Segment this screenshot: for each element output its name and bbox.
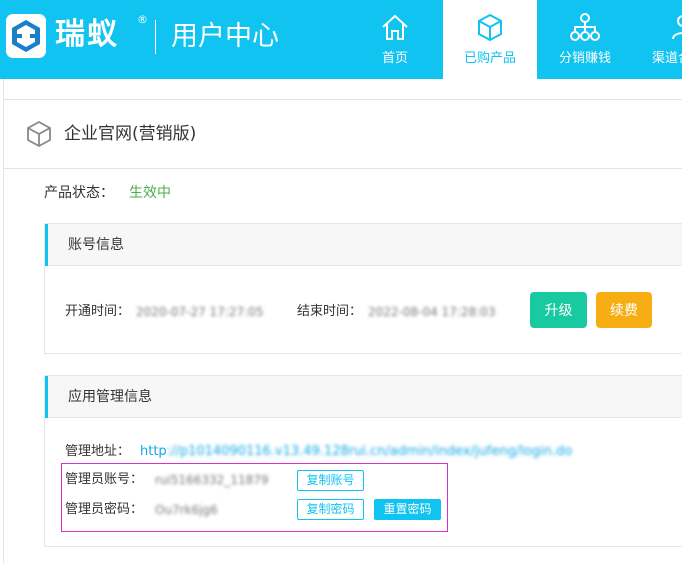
channel-icon <box>672 15 682 40</box>
admin-password-value: Ou7rk6jg6 <box>155 503 218 517</box>
admin-url-link[interactable]: http://p1014090116.v13.49.128rui.cn/admi… <box>140 443 572 461</box>
product-status-value: 生效中 <box>129 185 171 201</box>
admin-account-label: 管理员账号： <box>65 472 144 487</box>
nav-label-home: 首页 <box>381 51 408 66</box>
nav-item-channel[interactable]: 渠道合 <box>640 0 682 79</box>
account-info-title: 账号信息 <box>68 237 124 253</box>
nav-label-distribution: 分销赚钱 <box>558 51 611 66</box>
account-info-panel: 账号信息 开通时间： 2020-07-27 17:27:05 结束时间： 202… <box>44 223 682 354</box>
brand-divider <box>155 20 156 54</box>
upgrade-button[interactable]: 升级 <box>530 292 587 328</box>
left-border <box>3 79 4 563</box>
header-accent-bar <box>45 376 48 418</box>
open-time-label: 开通时间： <box>65 304 131 319</box>
divider <box>3 99 682 100</box>
copy-password-button[interactable]: 复制密码 <box>297 499 364 520</box>
brand-name: 瑞蚁 <box>55 17 119 52</box>
nav-item-home[interactable]: 首页 <box>355 0 435 79</box>
registered-mark: ® <box>137 13 148 26</box>
app-management-panel: 应用管理信息 管理地址： http://p1014090116.v13.49.1… <box>44 375 682 547</box>
reset-password-button[interactable]: 重置密码 <box>374 499 441 520</box>
account-info-header: 账号信息 <box>45 224 682 266</box>
box-icon <box>478 13 502 42</box>
end-time-value: 2022-08-04 17:28:03 <box>368 305 496 319</box>
nav-label-channel: 渠道合 <box>652 51 682 66</box>
header-accent-bar <box>45 224 48 266</box>
admin-url-label: 管理地址： <box>65 444 131 459</box>
home-icon <box>382 14 408 40</box>
copy-account-button[interactable]: 复制账号 <box>297 470 364 491</box>
nav-item-distribution[interactable]: 分销赚钱 <box>545 0 625 79</box>
nav-label-purchased: 已购产品 <box>463 51 516 66</box>
admin-account-value: rui5166332_11879 <box>155 473 269 487</box>
admin-url-prefix: http <box>140 444 167 459</box>
app-management-header: 应用管理信息 <box>45 376 682 418</box>
app-management-title: 应用管理信息 <box>68 389 152 405</box>
renew-button[interactable]: 续费 <box>596 292 652 328</box>
logo-icon <box>12 20 40 52</box>
admin-password-label: 管理员密码： <box>65 502 144 517</box>
brand-logo[interactable] <box>6 14 46 58</box>
end-time-label: 结束时间： <box>297 304 363 319</box>
box-outline-icon <box>27 120 51 148</box>
divider <box>3 168 682 169</box>
product-title: 企业官网(营销版) <box>64 124 197 144</box>
user-center-title: 用户中心 <box>171 21 279 52</box>
top-header: 瑞蚁 ® 用户中心 首页 已购产品 分销赚钱 渠道合 <box>0 0 682 79</box>
product-status-label: 产品状态： <box>44 185 114 201</box>
share-network-icon <box>570 13 600 41</box>
admin-url-rest: ://p1014090116.v13.49.128rui.cn/admin/in… <box>166 444 573 459</box>
open-time-value: 2020-07-27 17:27:05 <box>136 305 264 319</box>
nav-item-purchased[interactable]: 已购产品 <box>443 0 537 79</box>
